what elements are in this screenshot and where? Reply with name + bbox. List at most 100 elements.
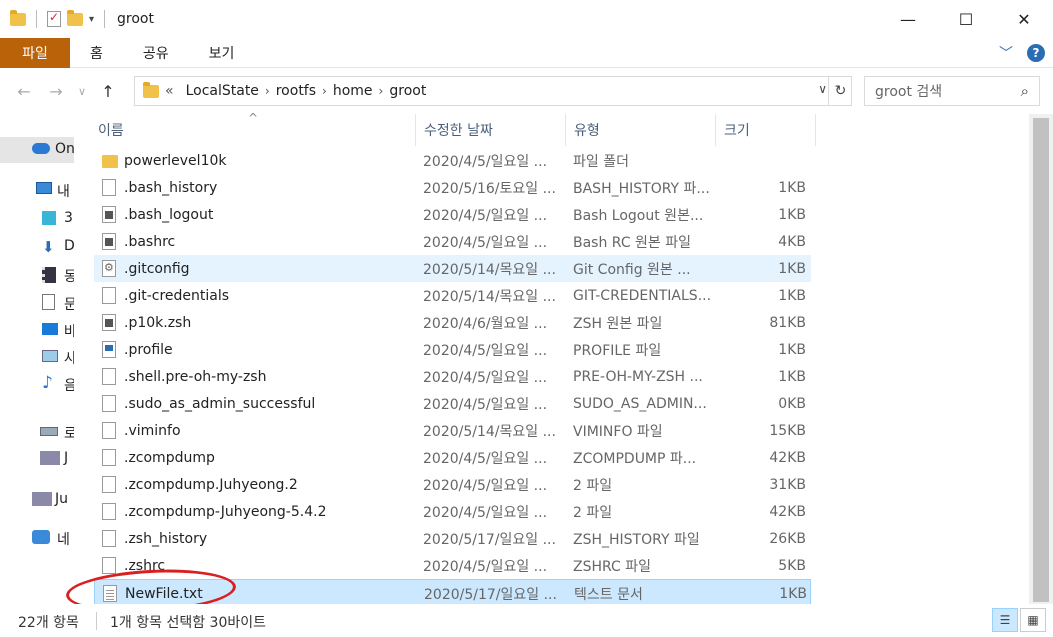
desktop-icon (42, 323, 58, 335)
file-size: 1KB (778, 287, 806, 304)
file-list: ^ 이름 수정한 날짜 유형 크기 powerlevel10k 2020/4/5/… (74, 111, 1029, 606)
nav-item-label: 동 (64, 269, 74, 285)
file-size: 4KB (778, 233, 806, 250)
file-size: 5KB (778, 557, 806, 574)
new-folder-icon[interactable] (67, 9, 83, 26)
back-arrow-icon[interactable]: ← (8, 82, 40, 101)
recent-locations-chevron-icon[interactable]: ∨ (72, 85, 92, 98)
minimize-button[interactable]: — (879, 0, 937, 38)
script-file-icon (102, 206, 116, 223)
file-row[interactable]: .shell.pre-oh-my-zsh 2020/4/5/일요일 ... PRE-… (94, 363, 811, 390)
file-row[interactable]: .zsh_history 2020/5/17/일요일 ... ZSH_HISTORY… (94, 525, 811, 552)
item-count: 22개 항목 (18, 615, 79, 631)
file-icon (102, 530, 116, 547)
nav-item-music[interactable]: ♪ 음 (0, 371, 74, 397)
close-button[interactable]: ✕ (995, 0, 1053, 38)
nav-item-label: J (64, 450, 69, 466)
nav-item-label: Ju (55, 491, 69, 507)
search-placeholder: groot 검색 (875, 84, 943, 100)
nav-item-onedrive[interactable]: On (0, 137, 74, 163)
file-icon (102, 287, 116, 304)
file-row[interactable]: .viminfo 2020/5/14/목요일 ... VIMINFO 파일 15KB (94, 417, 811, 444)
breadcrumb-home[interactable]: home (333, 83, 373, 99)
breadcrumb-localstate[interactable]: LocalState (186, 83, 259, 99)
file-name: .zsh_history (124, 530, 208, 547)
file-row[interactable]: .zcompdump 2020/4/5/일요일 ... ZCOMPDUMP 파...… (94, 444, 811, 471)
downloads-icon: ⬇ (42, 238, 55, 256)
breadcrumb-separator-icon[interactable]: › (322, 84, 327, 98)
file-row[interactable]: .zcompdump-Juhyeong-5.4.2 2020/4/5/일요일 ..… (94, 498, 811, 525)
nav-item-sdxc-1[interactable]: J (0, 446, 74, 472)
window-controls: — ☐ ✕ (879, 0, 1053, 38)
file-type: Bash Logout 원본... (573, 207, 704, 224)
nav-item-label: 3 (64, 210, 73, 226)
file-type: ZSHRC 파일 (573, 558, 652, 575)
sdxc-icon (32, 492, 52, 506)
column-header-date[interactable]: 수정한 날짜 (416, 114, 566, 146)
breadcrumb-separator-icon[interactable]: › (379, 84, 384, 98)
file-date: 2020/4/5/일요일 ... (423, 234, 548, 251)
expand-ribbon-chevron-icon[interactable]: ﹀ (999, 43, 1013, 63)
file-row[interactable]: .p10k.zsh 2020/4/6/월요일 ... ZSH 원본 파일 81KB (94, 309, 811, 336)
file-date: 2020/4/5/일요일 ... (423, 369, 548, 386)
navigation-pane: On 내 3 ⬇ D 동 문 바 사 ♪ 음 로 J Ju 네 (0, 114, 74, 604)
nav-item-this-pc[interactable]: 내 (0, 177, 74, 203)
selection-info: 1개 항목 선택함 30바이트 (110, 615, 266, 631)
tab-home[interactable]: 홈 (70, 43, 123, 63)
nav-item-network[interactable]: 네 (0, 525, 74, 551)
refresh-icon[interactable]: ↻ (828, 76, 852, 106)
file-icon (102, 449, 116, 466)
help-icon[interactable]: ? (1027, 44, 1045, 62)
file-row[interactable]: .zcompdump.Juhyeong.2 2020/4/5/일요일 ... 2 파… (94, 471, 811, 498)
file-date: 2020/5/14/목요일 ... (423, 423, 556, 440)
column-header-size[interactable]: 크기 (716, 114, 816, 146)
nav-item-local-disk[interactable]: 로 (0, 419, 74, 445)
search-icon[interactable]: ⌕ (1021, 82, 1029, 100)
tab-file[interactable]: 파일 (0, 37, 70, 68)
address-dropdown-icon[interactable]: ∨ (818, 82, 827, 96)
address-bar[interactable]: « LocalState › rootfs › home › groot ∨ ↻ (134, 76, 852, 106)
file-type: ZSH 원본 파일 (573, 315, 663, 332)
customize-toolbar-chevron-icon[interactable]: ▾ (89, 14, 94, 25)
file-row[interactable]: .bash_history 2020/5/16/토요일 ... BASH_HISTO… (94, 174, 811, 201)
file-row[interactable]: powerlevel10k 2020/4/5/일요일 ... 파일 폴더 (94, 147, 811, 174)
file-size: 1KB (778, 260, 806, 277)
vertical-scrollbar[interactable] (1029, 114, 1053, 604)
file-size: 1KB (778, 206, 806, 223)
breadcrumb-separator-icon[interactable]: › (265, 84, 270, 98)
file-name: .zcompdump (124, 449, 215, 466)
nav-item-videos[interactable]: 동 (0, 262, 74, 288)
file-row[interactable]: .bash_logout 2020/4/5/일요일 ... Bash Logout … (94, 201, 811, 228)
scrollbar-thumb[interactable] (1033, 118, 1049, 602)
properties-icon[interactable] (47, 10, 61, 27)
file-row[interactable]: .bashrc 2020/4/5/일요일 ... Bash RC 원본 파일 4KB (94, 228, 811, 255)
up-arrow-icon[interactable]: ↑ (92, 82, 124, 101)
nav-item-sdxc-2[interactable]: Ju (0, 487, 74, 513)
tab-view[interactable]: 보기 (189, 43, 255, 63)
column-header-name[interactable]: 이름 (90, 114, 416, 146)
nav-item-desktop[interactable]: 바 (0, 317, 74, 343)
nav-item-documents[interactable]: 문 (0, 290, 74, 316)
forward-arrow-icon[interactable]: → (40, 82, 72, 101)
overflow-crumb-icon[interactable]: « (165, 83, 174, 99)
profile-file-icon (102, 341, 116, 358)
large-icons-view-icon[interactable]: ▦ (1020, 608, 1046, 632)
file-row[interactable]: .sudo_as_admin_successful 2020/4/5/일요일 ..… (94, 390, 811, 417)
file-row[interactable]: .gitconfig 2020/5/14/목요일 ... Git Config 원본… (94, 255, 811, 282)
nav-item-3d-objects[interactable]: 3 (0, 206, 74, 232)
search-input[interactable]: groot 검색 ⌕ (864, 76, 1040, 106)
file-row[interactable]: .profile 2020/4/5/일요일 ... PROFILE 파일 1KB (94, 336, 811, 363)
script-file-icon (102, 233, 116, 250)
file-date: 2020/4/5/일요일 ... (423, 153, 548, 170)
nav-item-pictures[interactable]: 사 (0, 344, 74, 370)
file-type: GIT-CREDENTIALS... (573, 287, 712, 304)
breadcrumb-groot[interactable]: groot (389, 83, 426, 99)
maximize-button[interactable]: ☐ (937, 0, 995, 38)
nav-item-downloads[interactable]: ⬇ D (0, 234, 74, 260)
column-header-type[interactable]: 유형 (566, 114, 716, 146)
tab-share[interactable]: 공유 (123, 43, 189, 63)
file-row[interactable]: .git-credentials 2020/5/14/목요일 ... GIT-CRE… (94, 282, 811, 309)
details-view-icon[interactable]: ☰ (992, 608, 1018, 632)
this-pc-icon (36, 182, 52, 194)
breadcrumb-rootfs[interactable]: rootfs (276, 83, 316, 99)
